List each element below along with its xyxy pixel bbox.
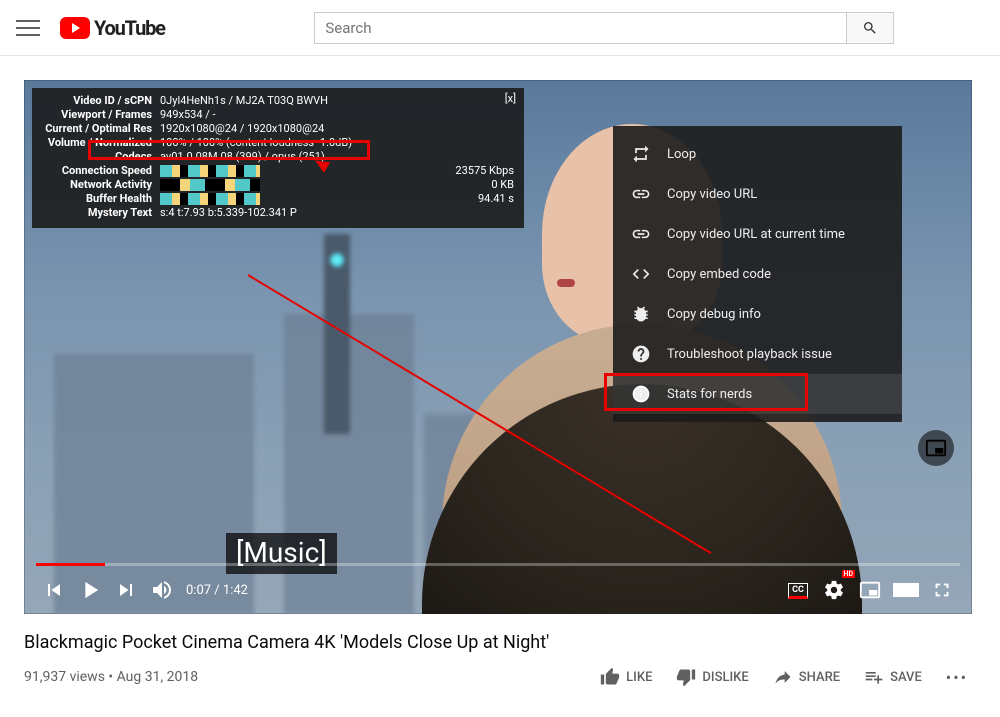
action-bar: LIKE DISLIKE SHARE SAVE ••• (592, 661, 976, 693)
context-menu-label: Stats for nerds (667, 387, 752, 402)
stats-value: 94.41 s (446, 192, 514, 206)
context-menu-label: Loop (667, 147, 696, 162)
stats-label: Video ID / sCPN (42, 94, 160, 108)
context-menu-label: Troubleshoot playback issue (667, 347, 832, 362)
previous-button[interactable] (36, 572, 72, 608)
view-count: 91,937 views • Aug 31, 2018 (24, 669, 198, 685)
youtube-logo[interactable]: YouTube (60, 16, 165, 40)
subtitles-button[interactable]: CC (780, 572, 816, 608)
context-menu-label: Copy video URL (667, 187, 757, 202)
theater-button[interactable] (888, 572, 924, 608)
hd-badge: HD (842, 570, 856, 578)
bug-icon (631, 304, 651, 324)
search-input[interactable] (314, 12, 846, 44)
more-actions-button[interactable]: ••• (938, 664, 976, 691)
loop-icon (631, 144, 651, 164)
link-icon (631, 224, 651, 244)
progress-fill (36, 563, 105, 566)
stats-label: Buffer Health (42, 192, 160, 206)
context-menu-stats-for-nerds[interactable]: Stats for nerds (613, 374, 902, 414)
search-wrap (225, 12, 984, 44)
connection-graph (160, 165, 260, 177)
stats-value: 100% / 100% (content loudness -1.0dB) (160, 136, 514, 150)
video-info: Blackmagic Pocket Cinema Camera 4K 'Mode… (24, 632, 976, 693)
thumb-up-icon (600, 667, 620, 687)
upload-date: Aug 31, 2018 (117, 669, 199, 685)
context-menu-copy-debug[interactable]: Copy debug info (613, 294, 902, 334)
context-menu-copy-url[interactable]: Copy video URL (613, 174, 902, 214)
save-button[interactable]: SAVE (856, 661, 930, 693)
stats-label: Viewport / Frames (42, 108, 160, 122)
settings-button[interactable]: HD (816, 572, 852, 608)
action-label: SAVE (890, 670, 922, 685)
stats-value: 949x534 / - (160, 108, 514, 122)
context-menu: Loop Copy video URL Copy video URL at cu… (613, 126, 902, 422)
stats-value: 0Jyl4HeNh1s / MJ2A T03Q BWVH (160, 94, 514, 108)
stats-value: 1920x1080@24 / 1920x1080@24 (160, 122, 514, 136)
fullscreen-button[interactable] (924, 572, 960, 608)
miniplayer-icon (925, 437, 947, 459)
gear-icon (823, 579, 845, 601)
context-menu-troubleshoot[interactable]: Troubleshoot playback issue (613, 334, 902, 374)
search-box (314, 12, 894, 44)
stats-close-button[interactable]: [x] (505, 92, 516, 105)
code-icon (631, 264, 651, 284)
stats-label: Mystery Text (42, 206, 160, 220)
stats-value: 0 KB (446, 178, 514, 192)
progress-bar[interactable] (36, 563, 960, 566)
link-icon (631, 184, 651, 204)
views: 91,937 views (24, 669, 105, 685)
dislike-button[interactable]: DISLIKE (668, 661, 756, 693)
context-menu-label: Copy video URL at current time (667, 227, 845, 242)
like-button[interactable]: LIKE (592, 661, 660, 693)
thumb-down-icon (676, 667, 696, 687)
video-title: Blackmagic Pocket Cinema Camera 4K 'Mode… (24, 632, 976, 653)
volume-button[interactable] (144, 572, 180, 608)
logo-text: YouTube (94, 16, 165, 40)
action-label: DISLIKE (702, 670, 748, 685)
help-icon (631, 344, 651, 364)
play-button[interactable] (72, 572, 108, 608)
playlist-add-icon (864, 667, 884, 687)
duration: 1:42 (223, 583, 248, 598)
action-label: LIKE (626, 670, 652, 685)
next-button[interactable] (108, 572, 144, 608)
time-separator: / (211, 583, 223, 598)
context-menu-copy-embed[interactable]: Copy embed code (613, 254, 902, 294)
main: [Music] [x] Video ID / sCPN0Jyl4HeNh1s /… (0, 56, 1000, 717)
video-player[interactable]: [Music] [x] Video ID / sCPN0Jyl4HeNh1s /… (24, 80, 972, 614)
cc-icon: CC (788, 583, 808, 599)
miniplayer-button[interactable] (918, 430, 954, 466)
info-icon (631, 384, 651, 404)
search-icon (862, 20, 878, 36)
time-display: 0:07 / 1:42 (186, 583, 248, 598)
stats-value: av01.0.08M.08 (399) / opus (251) (160, 150, 514, 164)
stats-label: Connection Speed (42, 164, 160, 178)
app-header: YouTube (0, 0, 1000, 56)
network-graph (160, 179, 260, 191)
share-button[interactable]: SHARE (765, 661, 848, 693)
play-icon (60, 17, 90, 39)
stats-label: Codecs (42, 150, 160, 164)
stats-for-nerds-panel: [x] Video ID / sCPN0Jyl4HeNh1s / MJ2A T0… (32, 88, 524, 228)
meta-separator: • (105, 669, 117, 685)
stats-value: 23575 Kbps (446, 164, 514, 178)
menu-icon[interactable] (16, 16, 40, 40)
player-controls: 0:07 / 1:42 CC HD (24, 566, 972, 614)
context-menu-label: Copy debug info (667, 307, 761, 322)
stats-label: Network Activity (42, 178, 160, 192)
current-time: 0:07 (186, 583, 211, 598)
video-meta-row: 91,937 views • Aug 31, 2018 LIKE DISLIKE… (24, 661, 976, 693)
buffer-graph (160, 193, 260, 205)
stats-label: Volume / Normalized (42, 136, 160, 150)
stats-label: Current / Optimal Res (42, 122, 160, 136)
miniplayer-control-button[interactable] (852, 572, 888, 608)
action-label: SHARE (799, 670, 840, 685)
context-menu-label: Copy embed code (667, 267, 771, 282)
stats-value: s:4 t:7.93 b:5.339-102.341 P (160, 206, 514, 220)
context-menu-loop[interactable]: Loop (613, 134, 902, 174)
share-icon (773, 667, 793, 687)
search-button[interactable] (846, 12, 894, 44)
context-menu-copy-url-time[interactable]: Copy video URL at current time (613, 214, 902, 254)
